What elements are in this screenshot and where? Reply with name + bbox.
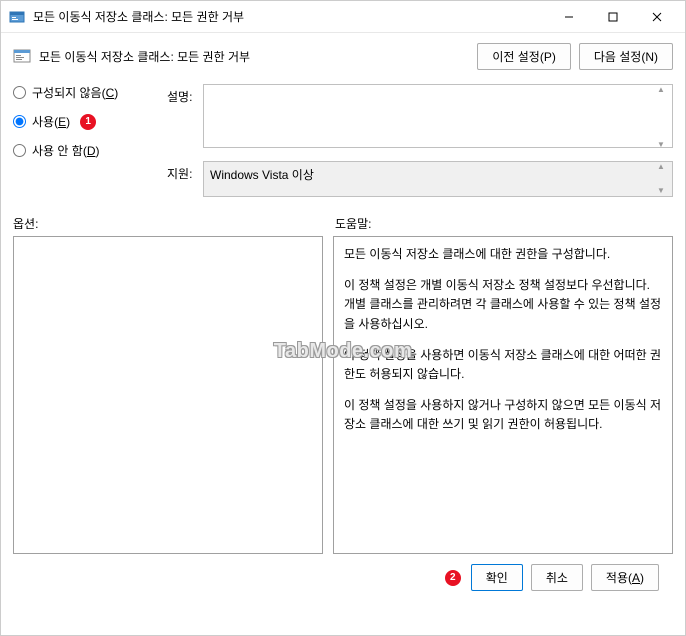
prev-setting-button[interactable]: 이전 설정(P) xyxy=(477,43,571,70)
ok-button[interactable]: 확인 xyxy=(471,564,523,591)
radio-enabled-label: 사용(E) xyxy=(32,113,70,130)
titlebar-controls xyxy=(549,3,677,31)
apply-button[interactable]: 적용(A) xyxy=(591,564,659,591)
minimize-button[interactable] xyxy=(549,3,589,31)
help-text: 이 정책 설정을 사용하면 이동식 저장소 클래스에 대한 어떠한 권한도 허용… xyxy=(344,346,662,384)
radio-disabled-input[interactable] xyxy=(13,144,26,157)
support-label: 지원: xyxy=(167,161,203,182)
radio-disabled-label: 사용 안 함(D) xyxy=(32,142,100,159)
annotation-badge-2: 2 xyxy=(445,570,461,586)
page-title: 모든 이동식 저장소 클래스: 모든 권한 거부 xyxy=(39,48,477,65)
maximize-icon xyxy=(608,12,618,22)
window-icon xyxy=(9,9,25,25)
policy-icon xyxy=(13,48,31,66)
radio-not-configured[interactable]: 구성되지 않음(C) xyxy=(13,84,153,101)
description-input[interactable] xyxy=(203,84,673,148)
maximize-button[interactable] xyxy=(593,3,633,31)
radio-enabled-input[interactable] xyxy=(13,115,26,128)
help-text: 이 정책 설정을 사용하지 않거나 구성하지 않으면 모든 이동식 저장소 클래… xyxy=(344,396,662,434)
radio-disabled[interactable]: 사용 안 함(D) xyxy=(13,142,153,159)
titlebar: 모든 이동식 저장소 클래스: 모든 권한 거부 xyxy=(1,1,685,33)
window-title: 모든 이동식 저장소 클래스: 모든 권한 거부 xyxy=(33,8,549,25)
support-value: Windows Vista 이상 xyxy=(203,161,673,197)
close-icon xyxy=(652,12,662,22)
radio-not-configured-label: 구성되지 않음(C) xyxy=(32,84,118,101)
next-setting-button[interactable]: 다음 설정(N) xyxy=(579,43,673,70)
help-text: 이 정책 설정은 개별 이동식 저장소 정책 설정보다 우선합니다. 개별 클래… xyxy=(344,276,662,334)
description-label: 설명: xyxy=(167,84,203,105)
cancel-button[interactable]: 취소 xyxy=(531,564,583,591)
options-panel xyxy=(13,236,323,554)
help-text: 모든 이동식 저장소 클래스에 대한 권한을 구성합니다. xyxy=(344,245,662,264)
close-button[interactable] xyxy=(637,3,677,31)
minimize-icon xyxy=(564,12,574,22)
help-panel: 모든 이동식 저장소 클래스에 대한 권한을 구성합니다. 이 정책 설정은 개… xyxy=(333,236,673,554)
radio-not-configured-input[interactable] xyxy=(13,86,26,99)
help-label: 도움말: xyxy=(335,215,673,232)
options-label: 옵션: xyxy=(13,215,335,232)
annotation-badge-1: 1 xyxy=(80,114,96,130)
radio-enabled[interactable]: 사용(E) 1 xyxy=(13,113,153,130)
